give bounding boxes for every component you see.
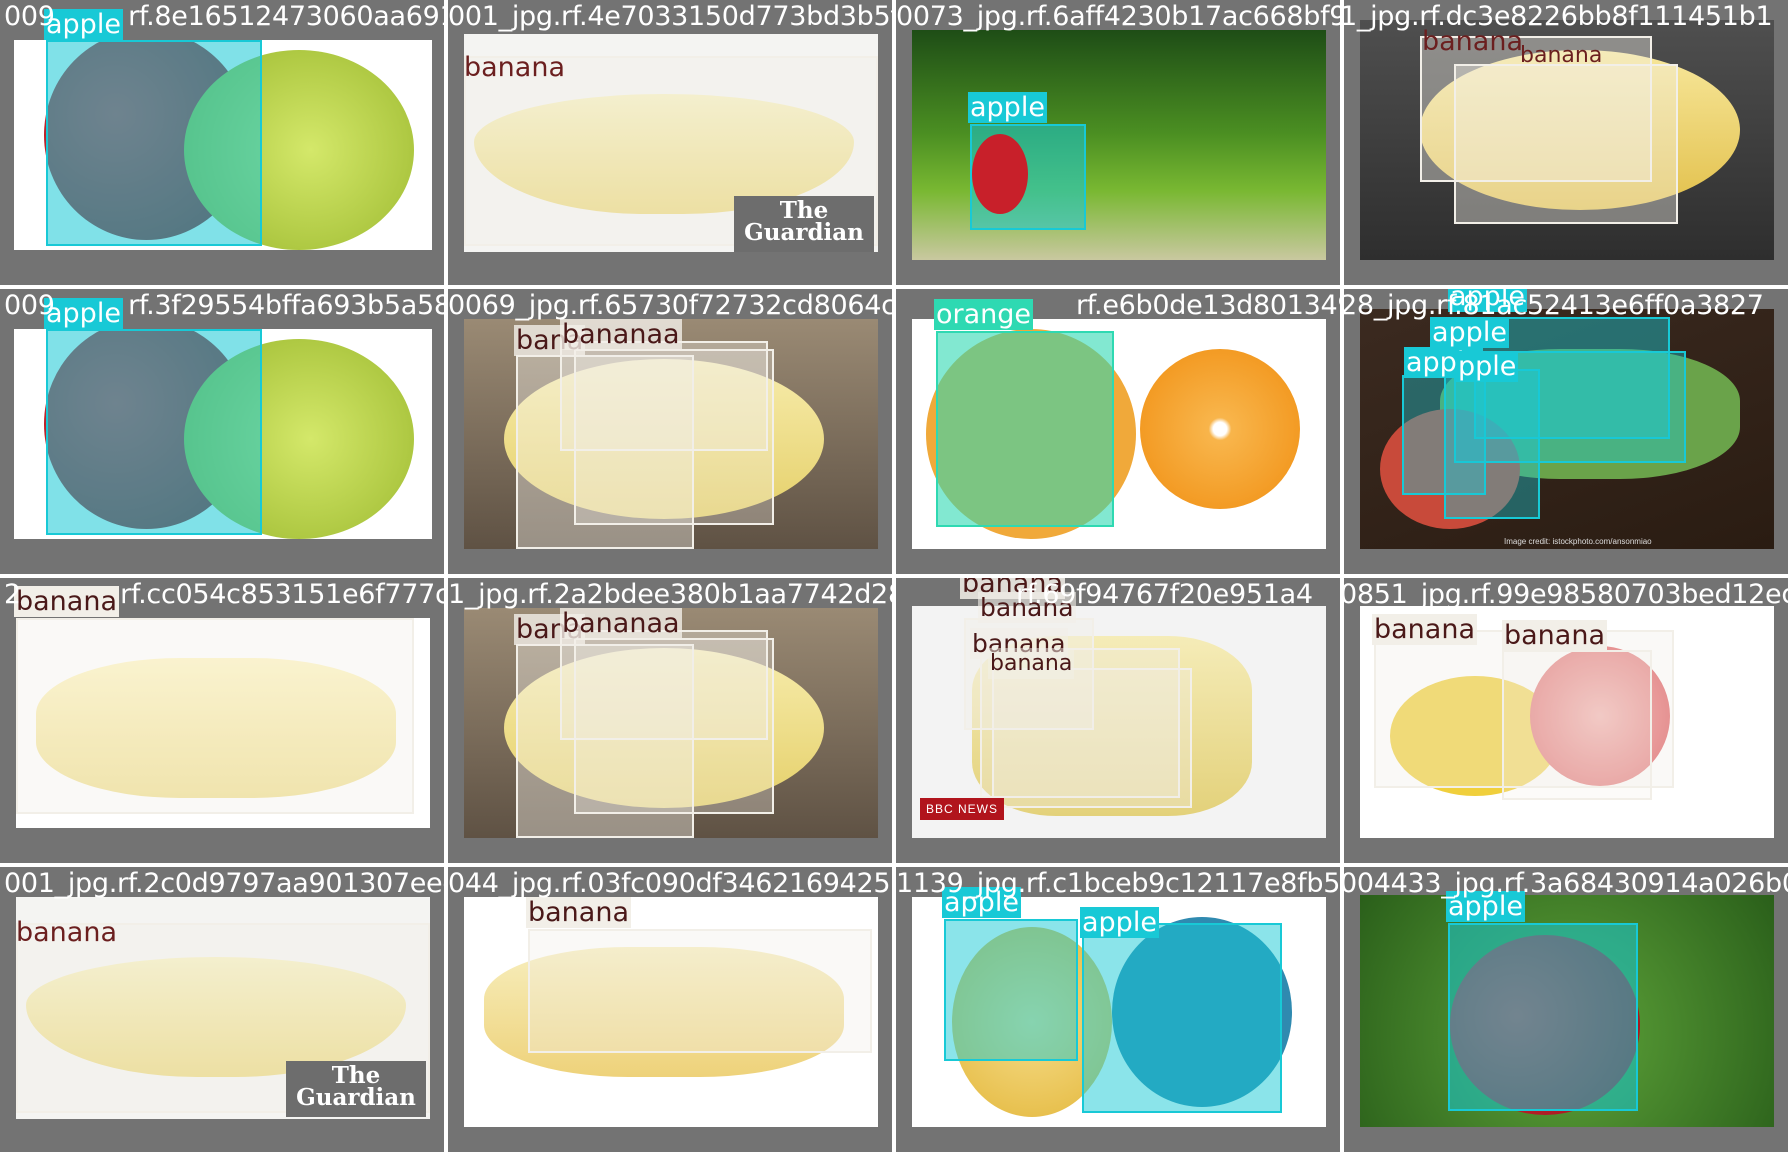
tile-filename: 009applerf.3f29554bffa693b5a5825 [4, 290, 444, 321]
tile-8: apple apple apple pple Image credit: ist… [1344, 289, 1788, 574]
label-banana: banana [16, 917, 117, 948]
tile-filename: 1_jpg.rf.dc3e8226bb8f111451b1 [1344, 1, 1773, 32]
label-banana: banana [1502, 620, 1607, 651]
label-banana: bananaa [560, 608, 682, 639]
bbox-apple [46, 329, 262, 535]
tile-filename: 2bananarf.cc054c853151e6f777c2e1 [4, 579, 444, 610]
tile-filename: 001_jpg.rf.2c0d9797aa901307eecb2 [4, 868, 444, 899]
detection-grid: apple 009applerf.8e16512473060aa6919ed6 … [0, 0, 1792, 1152]
bbox-apple [944, 919, 1078, 1061]
tile-10: bana bananaa 1_jpg.rf.2a2bdee380b1aa7742… [448, 578, 892, 863]
tile-6: bana bananaa 0069_jpg.rf.65730f72732cd80… [448, 289, 892, 574]
bbox-banana [1502, 650, 1652, 800]
guardian-logo: The Guardian [286, 1061, 426, 1117]
bbox-banana [574, 349, 774, 525]
tile-11: banana banana banana banana BBC NEWS rf.… [896, 578, 1340, 863]
tile-9: banana 2bananarf.cc054c853151e6f777c2e1 [0, 578, 444, 863]
label-banana: banana [988, 648, 1075, 679]
label-apple: apple [1080, 907, 1159, 938]
bbox-apple [1448, 923, 1638, 1111]
label-apple: apple [968, 92, 1047, 123]
tile-16: apple 004433_jpg.rf.3a68430914a026b0 [1344, 867, 1788, 1152]
tile-7: orange rf.e6b0de13d801349f308bf2 [896, 289, 1340, 574]
bbox-apple [970, 124, 1086, 230]
bbox-banana [992, 668, 1192, 808]
tile-filename: 0851_jpg.rf.99e98580703bed12edcf1 [1344, 579, 1788, 610]
tile-filename: 001_jpg.rf.4e7033150d773bd3b5fd [448, 1, 892, 32]
bbox-banana [574, 638, 774, 814]
label-banana: banana [526, 897, 631, 928]
label-apple: apple [1430, 317, 1509, 348]
bbox-banana [528, 929, 872, 1053]
tile-filename: rf.69f94767f20e951a4 [1016, 579, 1313, 610]
tile-filename: 0073_jpg.rf.6aff4230b17ac668bf97be [896, 1, 1340, 32]
bbc-news-logo: BBC NEWS [920, 798, 1005, 820]
label-apple: pple [1456, 351, 1519, 382]
bbox-banana [16, 618, 414, 814]
tile-15: apple apple 1139_jpg.rf.c1bceb9c12117e8f… [896, 867, 1340, 1152]
tile-filename: 009applerf.8e16512473060aa6919ed6 [4, 1, 444, 32]
tile-1: apple 009applerf.8e16512473060aa6919ed6 [0, 0, 444, 285]
tile-filename: 1139_jpg.rf.c1bceb9c12117e8fb56c [896, 868, 1340, 899]
tile-filename: 28_jpg.rf.81ac52413e6ff0a3827 [1344, 290, 1764, 321]
bbox-apple [46, 40, 262, 246]
image-credit: Image credit: istockphoto.com/ansonmiao [1504, 537, 1652, 546]
guardian-logo: The Guardian [734, 196, 874, 252]
tile-filename: rf.e6b0de13d801349f308bf2 [1076, 290, 1340, 321]
label-banana: banana [1520, 43, 1603, 68]
tile-filename: 0069_jpg.rf.65730f72732cd8064ce0068 [448, 290, 892, 321]
tile-4: banana banana 1_jpg.rf.dc3e8226bb8f11145… [1344, 0, 1788, 285]
bbox-apple [1082, 923, 1282, 1113]
label-orange: orange [934, 299, 1034, 330]
label-banana: banana [1372, 614, 1477, 645]
tile-3: apple 0073_jpg.rf.6aff4230b17ac668bf97be [896, 0, 1340, 285]
label-banana: bananaa [560, 319, 682, 350]
bbox-banana [1454, 64, 1678, 224]
tile-13: banana The Guardian 001_jpg.rf.2c0d9797a… [0, 867, 444, 1152]
tile-12: banana banana 0851_jpg.rf.99e98580703bed… [1344, 578, 1788, 863]
tile-5: apple 009applerf.3f29554bffa693b5a5825 [0, 289, 444, 574]
bbox-apple [1444, 369, 1540, 519]
bbox-orange [936, 331, 1114, 527]
tile-14: banana 044_jpg.rf.03fc090df3462169425b4f… [448, 867, 892, 1152]
tile-filename: 004433_jpg.rf.3a68430914a026b0 [1344, 868, 1788, 899]
tile-2: banana The Guardian 001_jpg.rf.4e7033150… [448, 0, 892, 285]
tile-filename: 1_jpg.rf.2a2bdee380b1aa7742d28b [448, 579, 892, 610]
tile-filename: 044_jpg.rf.03fc090df3462169425b4ff [448, 868, 892, 899]
label-banana: banana [464, 52, 565, 83]
